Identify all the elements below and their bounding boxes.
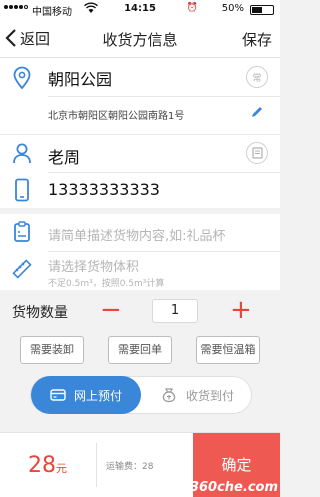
location-pin-icon [12, 66, 32, 94]
goods-description-row[interactable]: 请简单描述货物内容,如:礼品杯 [0, 214, 280, 250]
contact-name-row[interactable]: 老周 [0, 138, 280, 174]
contacts-icon [251, 147, 263, 159]
quantity-input[interactable]: 1 [152, 299, 198, 323]
need-loading-button[interactable]: 需要装卸 [20, 336, 84, 364]
contact-phone: 13333333333 [48, 180, 160, 199]
volume-hint: 不足0.5m³，按照0.5m³计算 [48, 279, 165, 289]
pay-on-arrival-option[interactable]: 收货到付 [143, 377, 251, 413]
goods-section: 请简单描述货物内容,如:礼品杯 请选择货物体积 不足0.5m³，按照0.5m³计… [0, 214, 280, 290]
bottom-bar: 28元 运输费：28 确定 www.360che.com [0, 432, 280, 497]
credit-card-icon [50, 389, 66, 401]
volume-select[interactable]: 请选择货物体积 [48, 256, 139, 275]
contact-name: 老周 [48, 148, 81, 167]
contact-divider [48, 172, 280, 173]
price-unit: 元 [56, 462, 67, 475]
edit-pencil-icon[interactable] [250, 104, 264, 123]
price-value: 28 [28, 453, 56, 478]
contacts-book-button[interactable] [246, 142, 268, 164]
person-icon [12, 142, 32, 168]
status-bar: 中国移动 14:15 ⏰ 50% [0, 0, 280, 18]
watermark: www.360che.com [149, 480, 278, 495]
pay-on-arrival-label: 收货到付 [185, 388, 234, 403]
battery-percent: 50% [221, 3, 244, 14]
need-receipt-button[interactable]: 需要回单 [108, 336, 172, 364]
alarm-icon: ⏰ [186, 3, 198, 13]
phone-row[interactable]: 13333333333 [0, 174, 280, 208]
address-detail: 北京市朝阳区朝阳公园南路1号 [48, 111, 185, 122]
address-name: 朝阳公园 [48, 70, 113, 89]
back-label: 返回 [20, 29, 51, 48]
need-thermostat-box-button[interactable]: 需要恒温箱 [196, 336, 260, 364]
bottom-separator [96, 443, 97, 487]
section-divider [0, 134, 280, 135]
phone-icon [12, 178, 32, 206]
clipboard-icon [12, 221, 32, 247]
receiver-info-section: 朝阳公园 常 北京市朝阳区朝阳公园南路1号 老周 13333333333 [0, 58, 280, 208]
payment-area: 网上预付 收货到付 [0, 368, 280, 420]
goods-description-input[interactable]: 请简单描述货物内容,如:礼品杯 [48, 225, 226, 244]
chevron-left-icon [5, 29, 16, 47]
ruler-icon [12, 259, 32, 283]
quantity-plus-button[interactable]: + [230, 292, 252, 328]
back-button[interactable]: 返回 [4, 26, 50, 50]
payment-toggle: 网上预付 收货到付 [30, 376, 252, 414]
common-address-button[interactable]: 常 [246, 66, 268, 88]
transport-fee: 运输费：28 [106, 462, 154, 472]
quantity-minus-button[interactable]: − [100, 292, 122, 328]
volume-row[interactable]: 请选择货物体积 不足0.5m³，按照0.5m³计算 [0, 252, 280, 290]
nav-bar: 返回 收货方信息 保存 [0, 18, 280, 58]
address-divider [48, 96, 280, 97]
address-row[interactable]: 朝阳公园 常 北京市朝阳区朝阳公园南路1号 [0, 58, 280, 128]
pay-online-option[interactable]: 网上预付 [31, 376, 141, 414]
save-button[interactable]: 保存 [242, 29, 272, 50]
quantity-label: 货物数量 [12, 305, 68, 321]
battery-icon [250, 5, 274, 15]
total-price: 28元 [28, 453, 67, 478]
pay-online-label: 网上预付 [73, 388, 122, 403]
money-bag-icon [162, 388, 176, 403]
